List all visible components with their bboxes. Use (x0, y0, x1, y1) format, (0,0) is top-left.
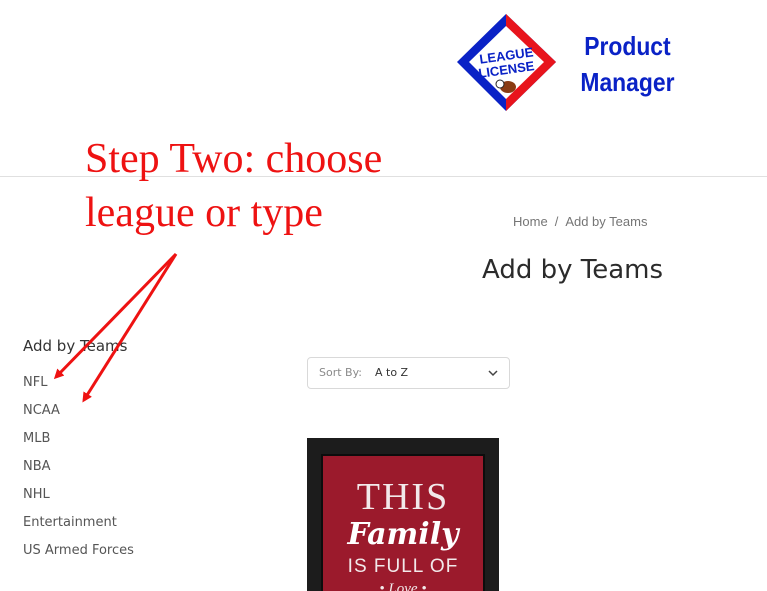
sidebar-category-list: NFL NCAA MLB NBA NHL Entertainment US Ar… (23, 373, 134, 569)
instruction-annotation: Step Two: choose league or type (85, 132, 505, 240)
annotation-line1: Step Two: choose (85, 136, 383, 182)
sort-by-value: A to Z (375, 366, 409, 379)
logo-title[interactable]: Product Manager (572, 28, 683, 100)
product-image[interactable]: THIS Family IS FULL OF • Love • (307, 438, 499, 591)
sort-by-select[interactable]: Sort By: A to Z (307, 357, 510, 389)
sidebar-item-entertainment[interactable]: Entertainment (23, 513, 134, 541)
product-text-line2: Family (347, 517, 459, 552)
sidebar-item-ncaa[interactable]: NCAA (23, 401, 134, 429)
sidebar-item-nhl[interactable]: NHL (23, 485, 134, 513)
product-sign: THIS Family IS FULL OF • Love • (321, 454, 485, 591)
chevron-down-icon (488, 370, 498, 377)
logo-title-line1: Product (584, 31, 671, 61)
annotation-line2: league or type (85, 190, 323, 236)
sort-by-label: Sort By: (319, 366, 363, 379)
product-text-line1: THIS (356, 476, 450, 518)
soccer-ball-icon (495, 79, 505, 89)
breadcrumb: Home / Add by Teams (513, 214, 647, 229)
page-title: Add by Teams (482, 255, 664, 285)
sidebar-item-mlb[interactable]: MLB (23, 429, 134, 457)
league-license-logo[interactable]: LEAGUE LICENSE (455, 12, 558, 113)
sidebar-item-us-armed-forces[interactable]: US Armed Forces (23, 541, 134, 569)
product-text-line3: IS FULL OF (347, 556, 459, 577)
arrow-to-nfl-icon (53, 252, 178, 380)
breadcrumb-separator: / (554, 214, 559, 229)
logo-diamond-icon: LEAGUE LICENSE (457, 14, 556, 111)
sidebar-heading: Add by Teams (23, 337, 128, 355)
sidebar-item-nba[interactable]: NBA (23, 457, 134, 485)
breadcrumb-current: Add by Teams (565, 214, 648, 229)
product-text-line4: • Love • (379, 581, 427, 591)
breadcrumb-home-link[interactable]: Home (513, 214, 548, 229)
logo-title-line2: Manager (580, 67, 675, 97)
sidebar-item-nfl[interactable]: NFL (23, 373, 134, 401)
